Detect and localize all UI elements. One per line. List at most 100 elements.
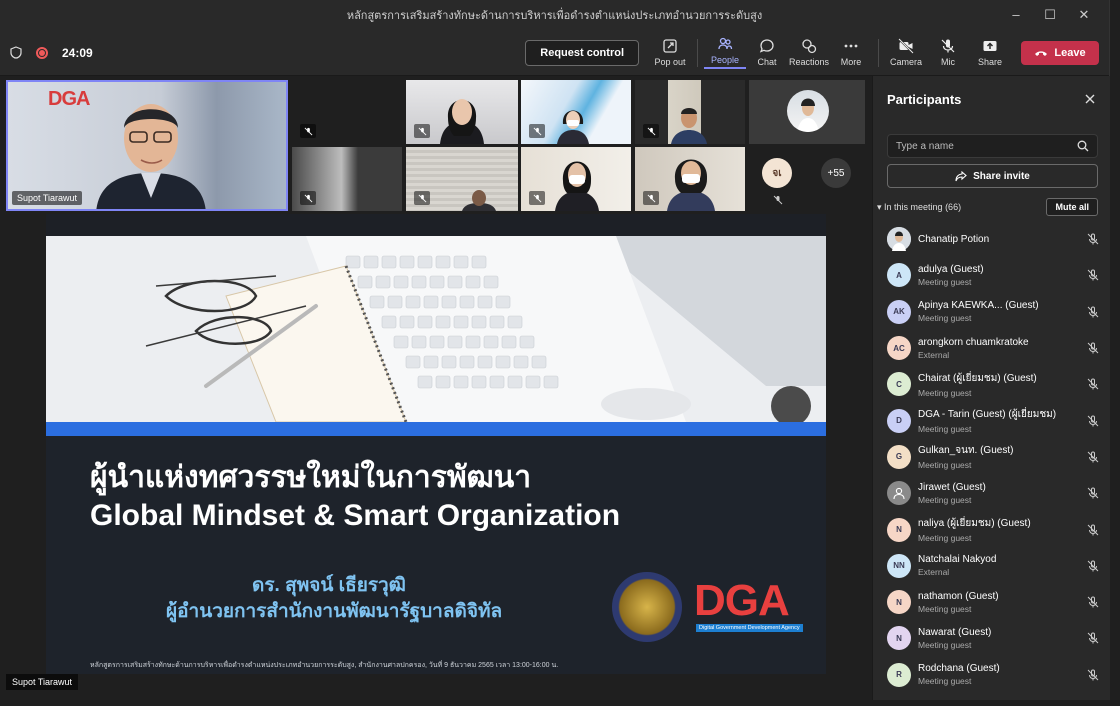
muted-mic-icon[interactable] xyxy=(1087,596,1099,608)
share-icon xyxy=(983,41,997,51)
muted-mic-icon[interactable] xyxy=(1087,669,1099,681)
popout-button[interactable]: Pop out xyxy=(649,38,691,67)
muted-mic-icon[interactable] xyxy=(1087,560,1099,572)
participant-info: naliya (ผู้เยี่ยมชม) (Guest) Meeting gues… xyxy=(918,516,1087,543)
participant-row[interactable]: C Chairat (ผู้เยี่ยมชม) (Guest) Meeting gu… xyxy=(873,366,1111,402)
more-participants-tile[interactable]: +55 xyxy=(807,147,865,211)
participant-video-tile[interactable] xyxy=(521,80,631,144)
participant-row[interactable]: Jirawet (Guest) Meeting guest xyxy=(873,475,1111,511)
meeting-stage: DGA Supot Tiarawut จเ +55 ผู้นำแห่งทศวรร… xyxy=(0,76,870,700)
dga-logo-subtitle: Digital Government Development Agency xyxy=(696,624,803,632)
participants-panel: Participants Type a name Share invite ▾ … xyxy=(872,76,1110,700)
participant-row[interactable]: NN Natchalai Nakyod External xyxy=(873,548,1111,584)
participant-name: Nawarat (Guest) xyxy=(918,626,992,638)
participant-role: Meeting guest xyxy=(918,533,972,544)
search-icon xyxy=(1077,140,1089,152)
speaker-name-label: Supot Tiarawut xyxy=(12,191,83,205)
participant-video-tile[interactable] xyxy=(635,80,745,144)
participant-row[interactable]: Nnaliya (ผู้เยี่ยมชม) (Guest) Meeting gue… xyxy=(873,511,1111,547)
leave-button[interactable]: Leave xyxy=(1021,40,1099,65)
participant-person-image xyxy=(440,99,484,144)
muted-mic-icon[interactable] xyxy=(1087,487,1099,499)
participant-row[interactable]: R Rodchana (Guest) Meeting guest xyxy=(873,657,1111,693)
people-button[interactable]: People xyxy=(704,36,746,69)
participant-row[interactable]: Chanatip Potion xyxy=(873,221,1111,257)
muted-mic-icon xyxy=(414,124,430,138)
participant-avatar xyxy=(887,227,911,252)
muted-mic-icon[interactable] xyxy=(1087,524,1099,536)
reactions-button[interactable]: Reactions xyxy=(788,38,830,67)
participant-name: Gulkan_จนท. (Guest) xyxy=(918,445,1014,457)
toolbar-divider xyxy=(697,38,698,67)
participant-role: Meeting guest xyxy=(918,276,972,287)
participant-row[interactable]: G Gulkan_จนท. (Guest) Meeting guest xyxy=(873,439,1111,475)
muted-mic-icon[interactable] xyxy=(1087,378,1099,390)
close-window-icon[interactable]: ✕ xyxy=(1067,0,1101,30)
participant-row[interactable]: N Nawarat (Guest) Meeting guest xyxy=(873,620,1111,656)
muted-mic-icon xyxy=(529,191,545,205)
share-invite-button[interactable]: Share invite xyxy=(887,164,1098,188)
muted-mic-icon[interactable] xyxy=(1087,269,1099,281)
participant-info: Rodchana (Guest) Meeting guest xyxy=(918,663,1087,686)
participant-person-image xyxy=(671,108,707,144)
participant-avatar-tile[interactable]: จเ xyxy=(749,147,807,211)
speaker-person-image xyxy=(96,104,206,209)
participant-row[interactable]: AC arongkorn chuamkratoke External xyxy=(873,330,1111,366)
camera-button[interactable]: Camera xyxy=(885,38,927,67)
mic-off-icon xyxy=(941,39,955,53)
participant-person-image xyxy=(462,190,496,211)
muted-mic-icon[interactable] xyxy=(1087,632,1099,644)
participant-row[interactable]: AK Apinya KAEWKA... (Guest) Meeting guest xyxy=(873,294,1111,330)
participant-video-tile[interactable] xyxy=(406,80,518,144)
participant-video-tile[interactable] xyxy=(406,147,518,211)
participant-role: Meeting guest xyxy=(918,387,972,398)
muted-mic-icon[interactable] xyxy=(1087,415,1099,427)
muted-mic-icon[interactable] xyxy=(1087,342,1099,354)
participant-video-tile[interactable] xyxy=(292,80,402,144)
participant-video-tile[interactable] xyxy=(635,147,745,211)
participant-row[interactable]: Nnathamon (Guest) Meeting guest xyxy=(873,584,1111,620)
window-controls: – ☐ ✕ xyxy=(999,0,1101,30)
participant-row[interactable]: Aadulya (Guest) Meeting guest xyxy=(873,257,1111,293)
in-meeting-section-header[interactable]: ▾ In this meeting (66) Mute all xyxy=(873,192,1110,222)
participant-search-input[interactable]: Type a name xyxy=(887,134,1098,158)
close-panel-icon[interactable] xyxy=(1084,93,1096,105)
toolbar-divider xyxy=(878,38,879,67)
participant-name: Rodchana (Guest) xyxy=(918,663,1000,675)
slide-presenter-role: ผู้อำนวยการสำนักงานพัฒนารัฐบาลดิจิทัล xyxy=(166,601,503,622)
participant-video-tile[interactable] xyxy=(292,147,402,211)
participant-avatar: D xyxy=(887,408,911,433)
minimize-icon[interactable]: – xyxy=(999,0,1033,30)
more-button[interactable]: More xyxy=(830,38,872,67)
participant-info: Gulkan_จนท. (Guest) Meeting guest xyxy=(918,443,1087,470)
participant-role: Meeting guest xyxy=(918,494,972,505)
participant-video-tile[interactable] xyxy=(521,147,631,211)
title-bar: หลักสูตรการเสริมสร้างทักษะด้านการบริหารเ… xyxy=(0,0,1109,30)
participant-role: Meeting guest xyxy=(918,639,972,650)
muted-mic-icon[interactable] xyxy=(1087,306,1099,318)
mute-all-button[interactable]: Mute all xyxy=(1046,198,1098,216)
participant-initials-avatar: จเ xyxy=(762,158,792,188)
share-button[interactable]: Share xyxy=(969,38,1011,67)
participant-avatar-tile[interactable] xyxy=(749,80,865,144)
participant-avatar: N xyxy=(887,626,911,651)
participant-info: Chanatip Potion xyxy=(918,234,1087,245)
muted-mic-icon xyxy=(643,191,659,205)
muted-mic-icon xyxy=(300,124,316,138)
request-control-button[interactable]: Request control xyxy=(525,39,639,66)
participant-role: Meeting guest xyxy=(918,460,972,471)
chat-button[interactable]: Chat xyxy=(746,38,788,67)
participant-role: External xyxy=(918,567,950,578)
maximize-icon[interactable]: ☐ xyxy=(1033,0,1067,30)
participant-role: Meeting guest xyxy=(918,313,972,324)
speaker-video-tile[interactable]: DGA Supot Tiarawut xyxy=(6,80,288,211)
muted-mic-icon xyxy=(414,191,430,205)
participant-avatar: N xyxy=(887,590,911,615)
participant-info: Jirawet (Guest) Meeting guest xyxy=(918,482,1087,505)
muted-mic-icon[interactable] xyxy=(1087,451,1099,463)
muted-mic-icon[interactable] xyxy=(1087,233,1099,245)
participant-row[interactable]: D DGA - Tarin (Guest) (ผู้เยี่ยมชม) Meetin… xyxy=(873,402,1111,438)
mic-button[interactable]: Mic xyxy=(927,38,969,67)
slide-title-english: Global Mindset & Smart Organization xyxy=(90,499,621,532)
participants-panel-header: Participants xyxy=(873,76,1110,122)
